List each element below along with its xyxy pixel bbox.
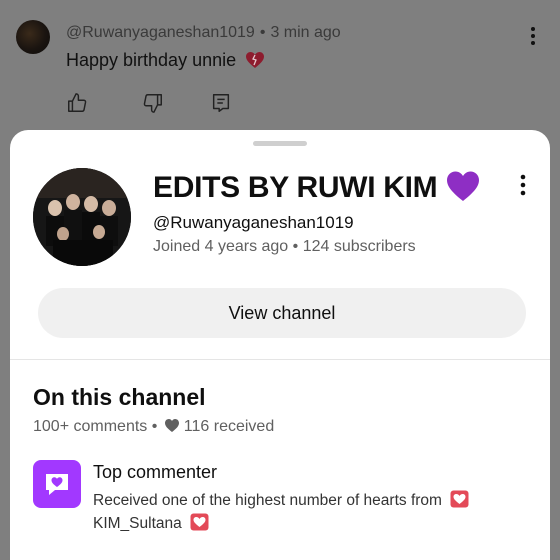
mending-heart-icon: [245, 50, 265, 70]
hearts-received: 116 received: [183, 418, 275, 435]
badge-title: Top commenter: [93, 462, 218, 482]
section-divider: [10, 359, 550, 360]
comments-count: 100+ comments: [33, 418, 148, 435]
comment-heart-icon: [46, 474, 68, 495]
badge-description-text: Received one of the highest number of he…: [93, 492, 442, 509]
heart-icon: [164, 419, 179, 432]
badge-description: Received one of the highest number of he…: [93, 489, 533, 535]
dislike-button[interactable]: [142, 92, 164, 114]
stats-separator: •: [151, 418, 158, 435]
channel-bottom-sheet: EDITS BY RUWI KIM @Ruwanyaganeshan1019 J…: [10, 130, 550, 560]
on-this-channel-stats: 100+ comments • 116 received: [33, 418, 274, 436]
vertical-dots-icon: [520, 174, 526, 196]
comment-text: Happy birthday unnie: [66, 50, 237, 70]
comment-meta: @Ruwanyaganeshan1019 • 3 min ago: [66, 24, 341, 42]
like-button[interactable]: [66, 92, 88, 114]
heart-box-icon: [190, 513, 209, 531]
heart-box-icon: [450, 490, 469, 508]
comment-author-handle[interactable]: @Ruwanyaganeshan1019: [66, 24, 255, 41]
thumbs-up-icon: [68, 93, 87, 112]
channel-handle: @Ruwanyaganeshan1019: [153, 213, 354, 232]
purple-heart-icon: [447, 171, 480, 201]
vertical-dots-icon: [531, 27, 535, 45]
channel-stats: Joined 4 years ago • 124 subscribers: [153, 238, 416, 256]
sheet-drag-handle[interactable]: [253, 141, 307, 146]
reply-button[interactable]: [210, 92, 232, 114]
channel-name-row: EDITS BY RUWI KIM: [153, 170, 481, 205]
subscriber-count: 124 subscribers: [302, 238, 416, 255]
channel-avatar[interactable]: [33, 168, 131, 266]
thumbs-down-icon: [143, 94, 162, 113]
comment-author-avatar[interactable]: [16, 20, 50, 54]
heart-from-user[interactable]: KIM_Sultana: [93, 515, 182, 532]
channel-name: EDITS BY RUWI KIM: [153, 171, 438, 204]
background-comment: @Ruwanyaganeshan1019 • 3 min ago Happy bir…: [0, 0, 560, 130]
reply-icon: [212, 94, 230, 112]
top-commenter-badge: [33, 460, 81, 508]
comment-more-button[interactable]: [530, 26, 536, 50]
joined-date: Joined 4 years ago: [153, 238, 289, 255]
comment-text-row: Happy birthday unnie: [66, 50, 265, 71]
group-photo-image: [33, 168, 131, 266]
comment-time: 3 min ago: [270, 24, 341, 41]
meta-separator: •: [259, 24, 266, 41]
on-this-channel-heading: On this channel: [33, 384, 206, 410]
channel-more-button[interactable]: [520, 174, 526, 201]
view-channel-button[interactable]: View channel: [38, 288, 526, 338]
stats-separator: •: [292, 238, 299, 255]
